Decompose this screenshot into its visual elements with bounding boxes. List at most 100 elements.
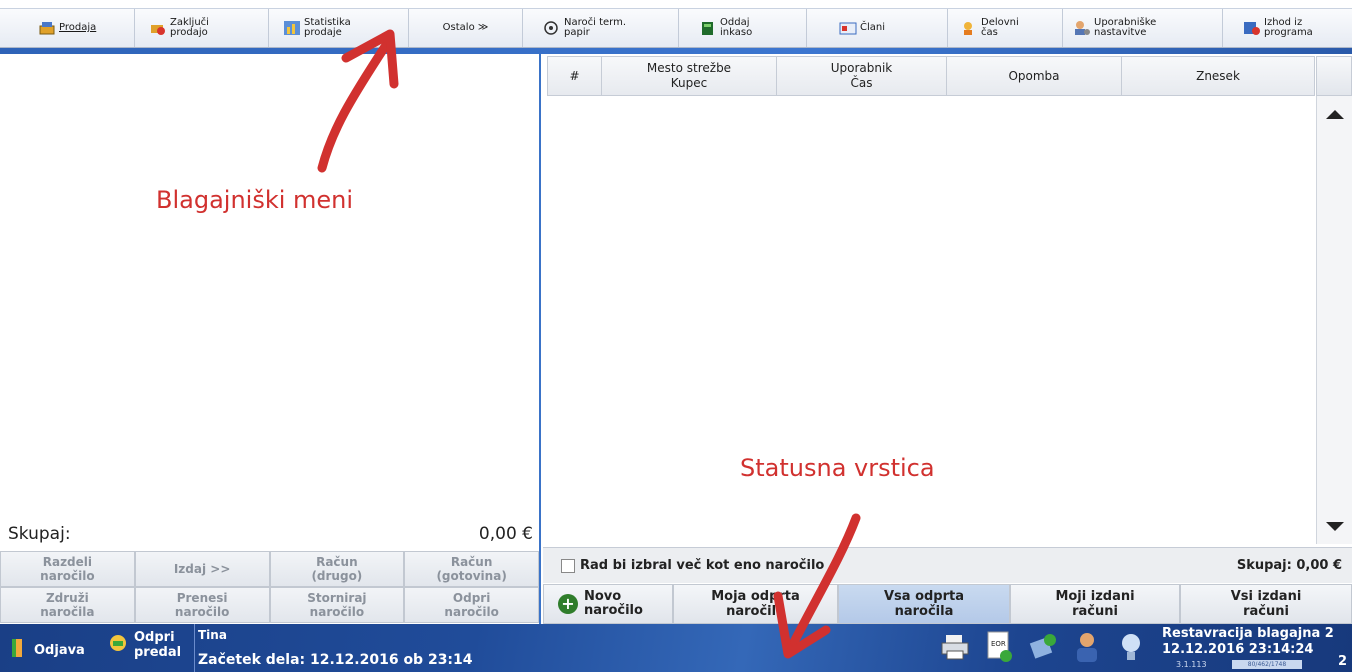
work-time-icon: [960, 20, 978, 36]
column-header-number[interactable]: #: [548, 57, 602, 95]
menu-label: Člani: [860, 22, 886, 33]
button-label: Razdeli: [42, 555, 93, 569]
menu-label: Prodaja: [59, 22, 97, 33]
cashier-menu-bar: Prodaja Zaključi prodajo Statistika prodaj…: [0, 8, 1352, 48]
tab-all-issued-receipts[interactable]: Vsi izdani računi: [1180, 584, 1352, 624]
scroll-up-button[interactable]: [1317, 96, 1352, 132]
current-user: Tina: [198, 628, 227, 642]
orders-tabs: + Novo naročilo Moja odprta naročila Vsa o…: [543, 584, 1352, 624]
menu-label: čas: [981, 27, 998, 38]
multi-select-checkbox[interactable]: [561, 558, 575, 573]
header-label: Čas: [850, 76, 873, 90]
menu-delovni-cas[interactable]: Delovni čas: [948, 9, 1063, 47]
menu-label: prodajo: [170, 27, 208, 38]
button-label: Novo: [584, 589, 622, 604]
menu-ostalo[interactable]: Ostalo ≫: [409, 9, 523, 47]
user-profile-icon[interactable]: [1072, 630, 1102, 664]
tab-label: naročila: [894, 604, 954, 619]
order-items-pane: Skupaj: 0,00 € Razdeli naročilo Izdaj >> …: [0, 54, 541, 624]
column-header-user[interactable]: Uporabnik Čas: [777, 57, 947, 95]
menu-statistika[interactable]: Statistika prodaje: [269, 9, 409, 47]
header-label: Uporabnik: [830, 61, 893, 75]
device-connected-icon[interactable]: [1028, 630, 1058, 664]
button-label: Račun: [450, 555, 493, 569]
tab-label: Vsa odprta: [883, 589, 965, 604]
cash-register-icon: [38, 20, 56, 36]
button-label: naročilo: [584, 603, 643, 618]
menu-oddaj-inkaso[interactable]: Oddaj inkaso: [679, 9, 807, 47]
column-header-amount[interactable]: Znesek: [1122, 57, 1314, 95]
menu-zakljuci-prodajo[interactable]: Zaključi prodajo: [135, 9, 269, 47]
button-label: naročilo: [309, 605, 365, 619]
multi-select-label[interactable]: Rad bi izbral več kot eno naročilo: [580, 558, 824, 573]
header-label: Znesek: [1196, 68, 1240, 83]
column-header-location[interactable]: Mesto strežbe Kupec: [602, 57, 777, 95]
arrow-down-icon: [1326, 521, 1344, 531]
tab-my-open-orders[interactable]: Moja odprta naročila: [673, 584, 838, 624]
logout-button[interactable]: Odjava: [10, 638, 85, 662]
menu-label: nastavitve: [1094, 27, 1147, 38]
tab-label: naročila: [726, 604, 785, 619]
cancel-order-button[interactable]: Storniraj naročilo: [269, 587, 405, 623]
eor-status-icon[interactable]: EOR: [984, 630, 1014, 664]
orders-scrollbar[interactable]: [1316, 96, 1352, 544]
open-drawer-button[interactable]: Odpri predal: [108, 630, 181, 660]
open-order-button[interactable]: Odpri naročilo: [404, 587, 539, 623]
split-order-button[interactable]: Razdeli naročilo: [0, 551, 135, 587]
button-label: naročilo: [174, 605, 230, 619]
menu-prodaja[interactable]: Prodaja: [0, 9, 135, 47]
tab-all-open-orders[interactable]: Vsa odprta naročila: [838, 584, 1010, 624]
tab-label: računi: [1243, 604, 1289, 619]
station-datetime: 12.12.2016 23:14:24: [1162, 642, 1314, 657]
header-label: Mesto strežbe: [646, 61, 732, 75]
arrow-up-icon: [1326, 109, 1344, 119]
open-drawer-label: predal: [134, 645, 182, 660]
status-tray: EOR: [940, 630, 1146, 664]
total-label: Skupaj:: [8, 524, 71, 544]
menu-label: programa: [1264, 27, 1313, 38]
tab-label: Vsi izdani: [1230, 589, 1302, 604]
button-label: (drugo): [311, 569, 363, 583]
scroll-down-button[interactable]: [1317, 508, 1352, 544]
menu-clani[interactable]: Člani: [807, 9, 948, 47]
tab-label: računi: [1072, 604, 1118, 619]
multi-select-row: Rad bi izbral več kot eno naročilo Skupa…: [543, 547, 1352, 583]
tab-label: Moja odprta: [711, 589, 800, 604]
printer-icon[interactable]: [940, 630, 970, 664]
logout-label: Odjava: [34, 642, 85, 658]
button-label: Združi: [45, 591, 89, 605]
order-actions-grid: Razdeli naročilo Izdaj >> Račun (drugo) Ra…: [0, 551, 539, 623]
total-value: 0,00 €: [478, 524, 533, 544]
button-label: Prenesi: [176, 591, 228, 605]
button-label: naročilo: [444, 605, 499, 619]
station-name: Restavracija blagajna 2: [1162, 626, 1334, 641]
receipt-cash-button[interactable]: Račun (gotovina): [404, 551, 539, 587]
close-sale-icon: [149, 20, 167, 36]
menu-izhod[interactable]: Izhod iz programa: [1223, 9, 1352, 47]
menu-label: prodaje: [304, 27, 342, 38]
issue-button[interactable]: Izdaj >>: [134, 551, 270, 587]
svg-text:EOR: EOR: [991, 640, 1006, 648]
column-header-note[interactable]: Opomba: [947, 57, 1122, 95]
open-drawer-label: Odpri: [134, 630, 175, 645]
annotation-status-label: Statusna vrstica: [740, 454, 935, 482]
receipt-other-button[interactable]: Račun (drugo): [269, 551, 405, 587]
version-indicator: 80/462/1748: [1232, 660, 1302, 669]
user-settings-icon: [1073, 20, 1091, 36]
header-label: Kupec: [670, 76, 708, 90]
status-bar: Odjava Odpri predal Tina Začetek dela: 12…: [0, 624, 1352, 672]
button-label: Račun: [316, 555, 358, 569]
menu-uporabniske-nastavitve[interactable]: Uporabniške nastavitve: [1063, 9, 1223, 47]
button-label: (gotovina): [436, 569, 507, 583]
merge-orders-button[interactable]: Združi naročila: [0, 587, 135, 623]
annotation-menu-label: Blagajniški meni: [156, 186, 354, 214]
members-card-icon: [839, 20, 857, 36]
transfer-order-button[interactable]: Prenesi naročilo: [134, 587, 270, 623]
orders-table-header: # Mesto strežbe Kupec Uporabnik Čas Opomba…: [547, 56, 1315, 96]
tab-my-issued-receipts[interactable]: Moji izdani računi: [1010, 584, 1180, 624]
app-version: 3.1.113: [1176, 660, 1207, 669]
menu-naroci-papir[interactable]: Naroči term. papir: [523, 9, 679, 47]
lightbulb-icon[interactable]: [1116, 630, 1146, 664]
cash-drawer-icon: [108, 633, 128, 657]
new-order-button[interactable]: + Novo naročilo: [543, 584, 673, 624]
